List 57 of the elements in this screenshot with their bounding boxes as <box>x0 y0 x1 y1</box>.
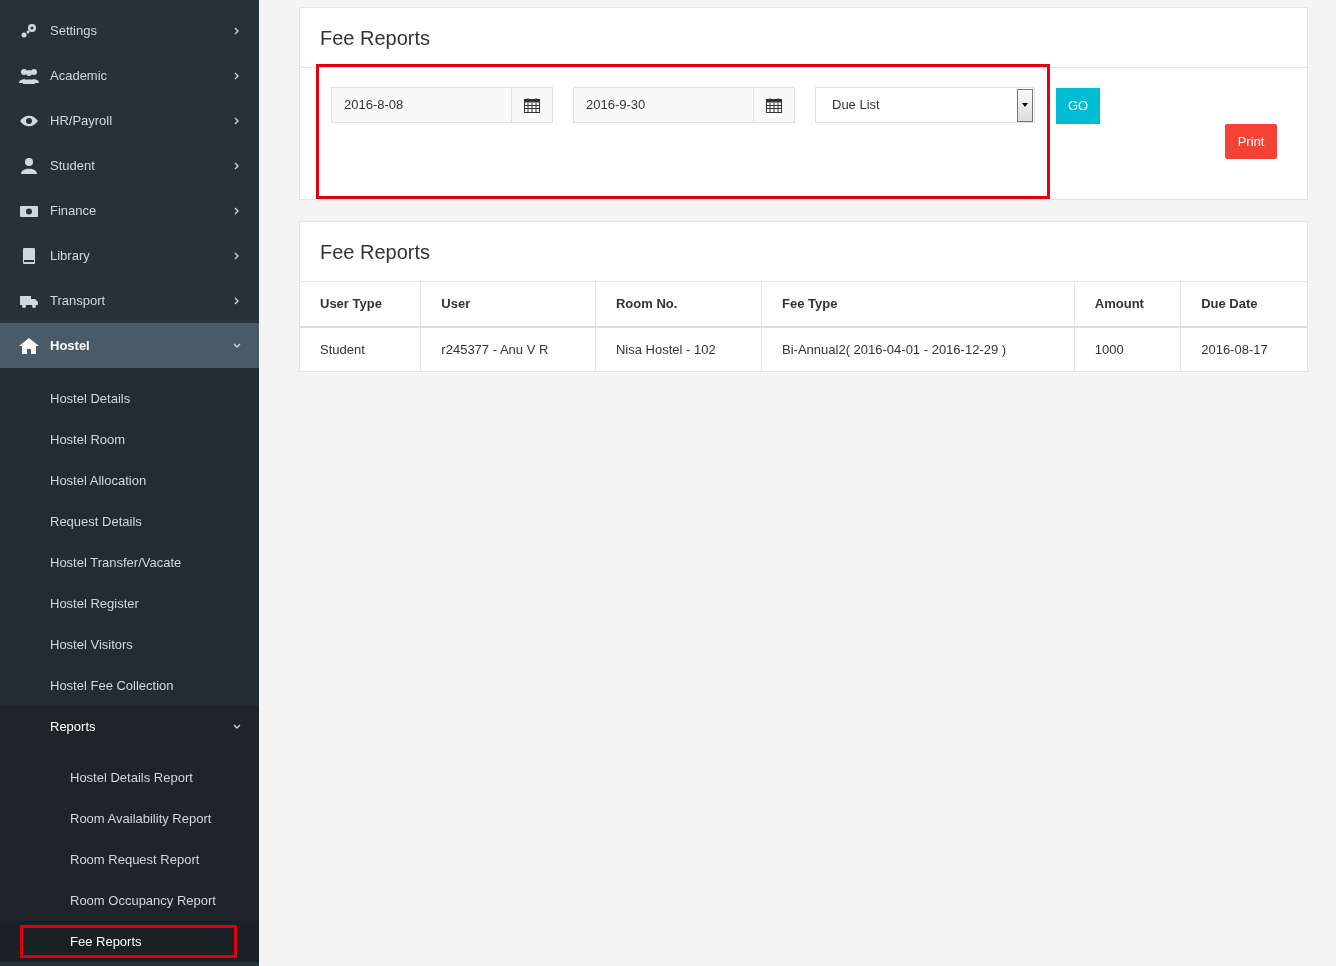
sidebar-subitem[interactable]: Hostel Visitors <box>0 624 259 665</box>
sidebar-item[interactable]: Transport <box>0 278 259 323</box>
sidebar-subitem[interactable]: Hostel Register <box>0 583 259 624</box>
sidebar-subitem[interactable]: Room Availability Report <box>20 802 237 835</box>
table-cell: Nisa Hostel - 102 <box>595 327 762 371</box>
date-input[interactable]: 2016-8-08 <box>332 88 511 122</box>
sidebar-subitem[interactable]: Room Occupancy Report <box>20 884 237 917</box>
caret-down-icon <box>1022 103 1028 107</box>
chevron-right-icon <box>233 206 241 215</box>
sidebar-item[interactable]: HR/Payroll <box>0 98 259 143</box>
people-icon <box>18 66 40 85</box>
calendar-icon <box>766 97 782 113</box>
chevron-down-icon <box>233 722 241 731</box>
chevron-right-icon <box>233 251 241 260</box>
sidebar-subitem[interactable]: Hostel Allocation <box>0 460 259 501</box>
sidebar-item[interactable]: Hostel <box>0 323 259 368</box>
sidebar-subitem[interactable]: Hostel Fee Collection <box>0 665 259 706</box>
chevron-right-icon <box>233 71 241 80</box>
chevron-down-icon <box>233 341 241 350</box>
card-title: Fee Reports <box>300 222 1307 282</box>
sidebar-subitem[interactable]: Hostel Details Report <box>20 761 237 794</box>
card-title: Fee Reports <box>300 8 1307 68</box>
table-cell: Bi-Annual2( 2016-04-01 - 2016-12-29 ) <box>761 327 1075 371</box>
sidebar-subitem[interactable]: Hostel Room <box>0 419 259 460</box>
column-header: Due Date <box>1180 282 1307 327</box>
table-cell: Student <box>300 327 421 371</box>
sidebar-subitem[interactable]: Reports <box>0 706 259 747</box>
sidebar-item[interactable]: Settings <box>0 8 259 53</box>
report-type-dropdown[interactable]: Due List <box>815 87 1035 123</box>
sidebar-subitem[interactable]: Room Request Report <box>20 843 237 876</box>
date-field[interactable]: 2016-9-30 <box>573 87 795 123</box>
calendar-icon <box>524 97 540 113</box>
sidebar-subitem[interactable]: Hostel Details <box>0 378 259 419</box>
column-header: User Type <box>300 282 421 327</box>
table-cell: r245377 - Anu V R <box>420 327 596 371</box>
chevron-right-icon <box>233 26 241 35</box>
person-icon <box>18 156 40 175</box>
chevron-right-icon <box>233 296 241 305</box>
sidebar-item[interactable]: Finance <box>0 188 259 233</box>
table-cell: 1000 <box>1074 327 1181 371</box>
column-header: Amount <box>1074 282 1181 327</box>
sidebar-item[interactable]: Academic <box>0 53 259 98</box>
house-icon <box>18 336 40 355</box>
date-input[interactable]: 2016-9-30 <box>574 88 753 122</box>
column-header: User <box>420 282 596 327</box>
print-button[interactable]: Print <box>1225 124 1277 159</box>
chevron-right-icon <box>233 161 241 170</box>
sidebar-item[interactable]: Student <box>0 143 259 188</box>
sidebar-subitem[interactable]: Fee Reports <box>20 925 237 958</box>
table-cell: 2016-08-17 <box>1180 327 1307 371</box>
sidebar-subitem[interactable]: Request Details <box>0 501 259 542</box>
chevron-right-icon <box>233 116 241 125</box>
date-field[interactable]: 2016-8-08 <box>331 87 553 123</box>
sidebar-subitem[interactable]: Hostel Transfer/Vacate <box>0 542 259 583</box>
sidebar-item[interactable]: Library <box>0 233 259 278</box>
column-header: Room No. <box>595 282 762 327</box>
column-header: Fee Type <box>761 282 1075 327</box>
